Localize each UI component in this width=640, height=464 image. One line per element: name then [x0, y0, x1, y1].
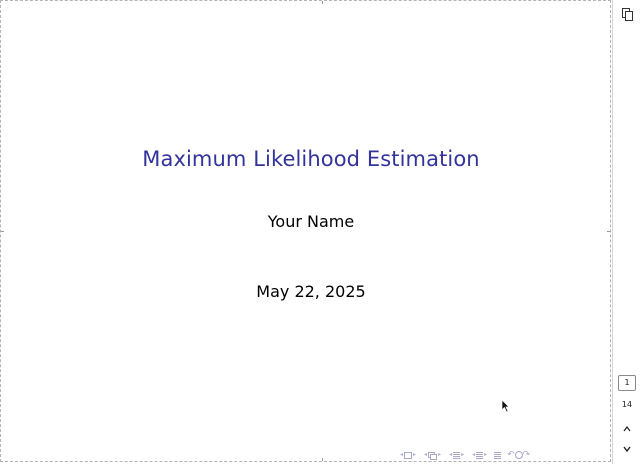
subsection-nav-icon[interactable]: ◂ ▸: [448, 451, 465, 459]
page-guide-mark: [322, 1, 323, 4]
page-guide-mark: [322, 458, 323, 461]
viewer-sidebar: 1 14: [612, 0, 640, 464]
beamer-navigation-bar: ◂ ▸ ◂ ▸ ◂ ▸ ◂ ▸ ↶ ↷: [399, 448, 536, 462]
page-guide-mark: [607, 231, 610, 232]
slide-page: Maximum Likelihood Estimation Your Name …: [0, 0, 611, 462]
pdf-viewer: Maximum Likelihood Estimation Your Name …: [0, 0, 640, 464]
slide-author: Your Name: [267, 212, 355, 231]
frame-nav-icon[interactable]: ◂ ▸: [423, 451, 442, 460]
chevron-down-icon[interactable]: [621, 441, 633, 453]
current-page-input[interactable]: 1: [618, 375, 636, 391]
total-pages-label: 14: [621, 400, 633, 409]
slide-date: May 22, 2025: [256, 282, 366, 301]
search-nav-icon[interactable]: ↶ ↷: [507, 451, 530, 460]
document-nav-icon[interactable]: [494, 451, 502, 459]
section-nav-icon[interactable]: ◂ ▸: [471, 451, 488, 459]
slide-nav-icon[interactable]: ◂ ▸: [399, 451, 417, 459]
chevron-up-icon[interactable]: [621, 421, 633, 432]
page-guide-mark: [1, 231, 4, 232]
slide-title: Maximum Likelihood Estimation: [142, 147, 480, 171]
mouse-pointer-icon: [501, 399, 510, 413]
copy-icon[interactable]: [622, 8, 633, 21]
